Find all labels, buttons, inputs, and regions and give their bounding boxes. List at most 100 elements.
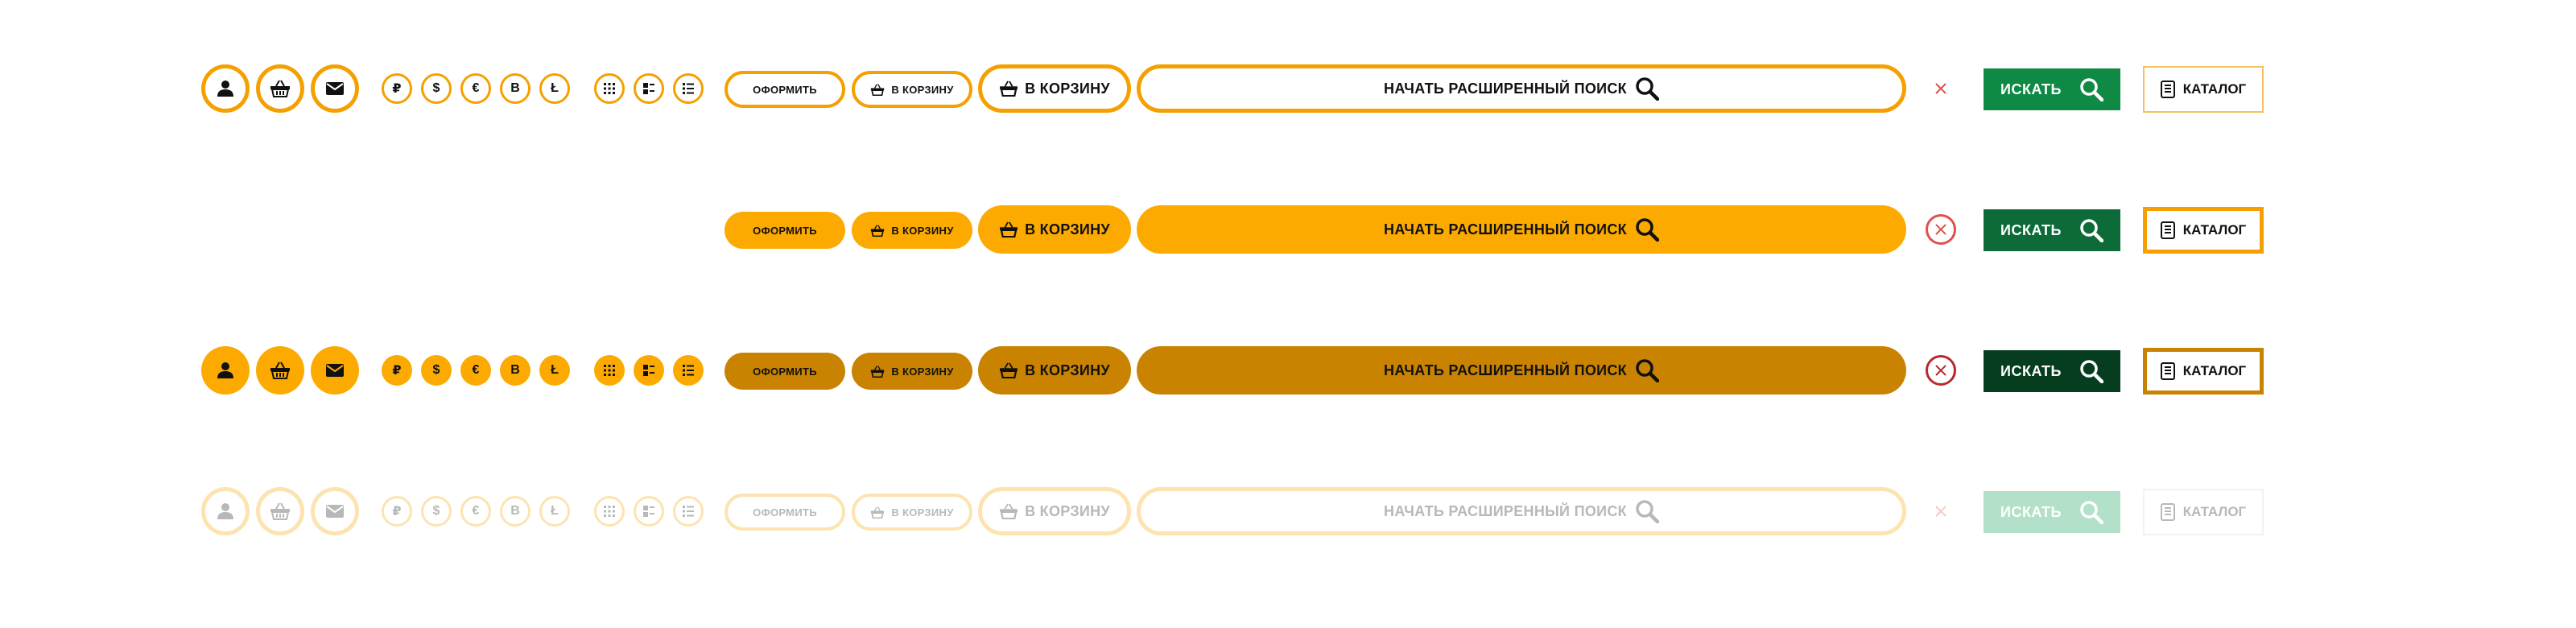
currency-euro-button[interactable]: € — [460, 355, 491, 386]
search-icon — [2079, 218, 2103, 242]
clear-button[interactable] — [1926, 355, 1956, 386]
basket-icon — [270, 362, 291, 379]
checkout-button[interactable]: ОФОРМИТЬ — [724, 494, 845, 531]
ruble-icon: ₽ — [392, 82, 402, 96]
checkout-button[interactable]: ОФОРМИТЬ — [724, 71, 845, 108]
mail-icon — [326, 505, 344, 518]
close-icon — [1934, 223, 1947, 236]
tiles-view-button[interactable] — [634, 496, 664, 527]
profile-button[interactable] — [201, 487, 250, 535]
currency-litecoin-button[interactable]: Ł — [539, 496, 570, 527]
currency-ruble-button[interactable]: ₽ — [382, 355, 412, 386]
catalog-button[interactable]: КАТАЛОГ — [2143, 489, 2264, 535]
advanced-search-button[interactable]: НАЧАТЬ РАСШИРЕННЫЙ ПОИСК — [1137, 64, 1906, 113]
tiles-view-button[interactable] — [634, 73, 664, 104]
basket-icon — [870, 365, 885, 378]
basket-button[interactable] — [256, 64, 304, 113]
basket-icon — [270, 502, 291, 520]
search-icon — [2079, 359, 2103, 383]
currency-bitcoin-button[interactable]: B — [500, 73, 530, 104]
dollar-icon: $ — [432, 504, 440, 518]
currency-litecoin-button[interactable]: Ł — [539, 355, 570, 386]
user-icon — [217, 502, 234, 520]
mail-button[interactable] — [311, 64, 359, 113]
grid-view-icon — [604, 506, 615, 517]
find-button[interactable]: ИСКАТЬ — [1984, 350, 2120, 392]
user-icon — [217, 362, 234, 379]
list-view-button[interactable] — [673, 73, 704, 104]
tiles-view-button[interactable] — [634, 355, 664, 386]
catalog-button[interactable]: КАТАЛОГ — [2143, 348, 2264, 395]
currency-euro-button[interactable]: € — [460, 496, 491, 527]
checkout-button[interactable]: ОФОРМИТЬ — [724, 212, 845, 249]
find-button[interactable]: ИСКАТЬ — [1984, 491, 2120, 533]
bitcoin-icon: B — [510, 363, 520, 377]
euro-icon: € — [472, 504, 480, 518]
add-to-cart-small-button[interactable]: В КОРЗИНУ — [852, 71, 972, 108]
advanced-search-button[interactable]: НАЧАТЬ РАСШИРЕННЫЙ ПОИСК — [1137, 205, 1906, 254]
currency-ruble-button[interactable]: ₽ — [382, 496, 412, 527]
add-to-cart-button[interactable]: В КОРЗИНУ — [978, 64, 1131, 113]
add-to-cart-small-button[interactable]: В КОРЗИНУ — [852, 494, 972, 531]
grid-view-icon — [604, 365, 615, 376]
grid-view-button[interactable] — [594, 355, 625, 386]
catalog-icon — [2160, 503, 2175, 521]
basket-icon — [270, 80, 291, 97]
add-to-cart-small-button[interactable]: В КОРЗИНУ — [852, 212, 972, 249]
add-to-cart-button[interactable]: В КОРЗИНУ — [978, 205, 1131, 254]
list-view-button[interactable] — [673, 355, 704, 386]
ruble-icon: ₽ — [392, 505, 402, 519]
add-to-cart-button[interactable]: В КОРЗИНУ — [978, 487, 1131, 535]
grid-view-button[interactable] — [594, 496, 625, 527]
clear-button[interactable] — [1926, 73, 1956, 104]
search-icon — [1635, 499, 1659, 523]
find-button[interactable]: ИСКАТЬ — [1984, 68, 2120, 110]
tiles-view-icon — [643, 83, 654, 94]
tiles-view-icon — [643, 506, 654, 517]
currency-euro-button[interactable]: € — [460, 73, 491, 104]
search-icon — [2079, 500, 2103, 524]
mail-icon — [326, 82, 344, 95]
find-button[interactable]: ИСКАТЬ — [1984, 209, 2120, 251]
add-to-cart-button[interactable]: В КОРЗИНУ — [978, 346, 1131, 395]
mail-button[interactable] — [311, 487, 359, 535]
currency-dollar-button[interactable]: $ — [421, 355, 452, 386]
currency-ruble-button[interactable]: ₽ — [382, 73, 412, 104]
basket-icon — [870, 83, 885, 96]
advanced-search-button[interactable]: НАЧАТЬ РАСШИРЕННЫЙ ПОИСК — [1137, 487, 1906, 535]
clear-button[interactable] — [1926, 214, 1956, 245]
profile-button[interactable] — [201, 346, 250, 395]
list-view-icon — [683, 365, 694, 376]
currency-litecoin-button[interactable]: Ł — [539, 73, 570, 104]
catalog-icon — [2160, 221, 2175, 239]
currency-bitcoin-button[interactable]: B — [500, 355, 530, 386]
search-icon — [1635, 76, 1659, 101]
bitcoin-icon: B — [510, 504, 520, 518]
basket-icon — [870, 224, 885, 237]
basket-icon — [870, 506, 885, 519]
currency-dollar-button[interactable]: $ — [421, 73, 452, 104]
button-row-active: ₽ $ € B Ł ОФОРМИТЬ В КОРЗИНУ В КОРЗИНУ Н… — [0, 338, 2576, 403]
basket-icon — [999, 221, 1018, 238]
list-view-button[interactable] — [673, 496, 704, 527]
basket-button[interactable] — [256, 346, 304, 395]
button-row-default: ₽ $ € B Ł ОФОРМИТЬ В КОРЗИНУ В КОРЗИНУ Н… — [0, 56, 2576, 121]
currency-dollar-button[interactable]: $ — [421, 496, 452, 527]
list-view-icon — [683, 506, 694, 517]
currency-bitcoin-button[interactable]: B — [500, 496, 530, 527]
clear-button[interactable] — [1926, 496, 1956, 527]
advanced-search-button[interactable]: НАЧАТЬ РАСШИРЕННЫЙ ПОИСК — [1137, 346, 1906, 395]
dollar-icon: $ — [432, 363, 440, 377]
mail-button[interactable] — [311, 346, 359, 395]
catalog-button[interactable]: КАТАЛОГ — [2143, 207, 2264, 254]
grid-view-button[interactable] — [594, 73, 625, 104]
catalog-button[interactable]: КАТАЛОГ — [2143, 66, 2264, 113]
bitcoin-icon: B — [510, 81, 520, 95]
close-icon — [1934, 364, 1947, 377]
catalog-icon — [2160, 81, 2175, 98]
checkout-button[interactable]: ОФОРМИТЬ — [724, 353, 845, 390]
profile-button[interactable] — [201, 64, 250, 113]
add-to-cart-small-button[interactable]: В КОРЗИНУ — [852, 353, 972, 390]
basket-button[interactable] — [256, 487, 304, 535]
ruble-icon: ₽ — [392, 364, 402, 378]
